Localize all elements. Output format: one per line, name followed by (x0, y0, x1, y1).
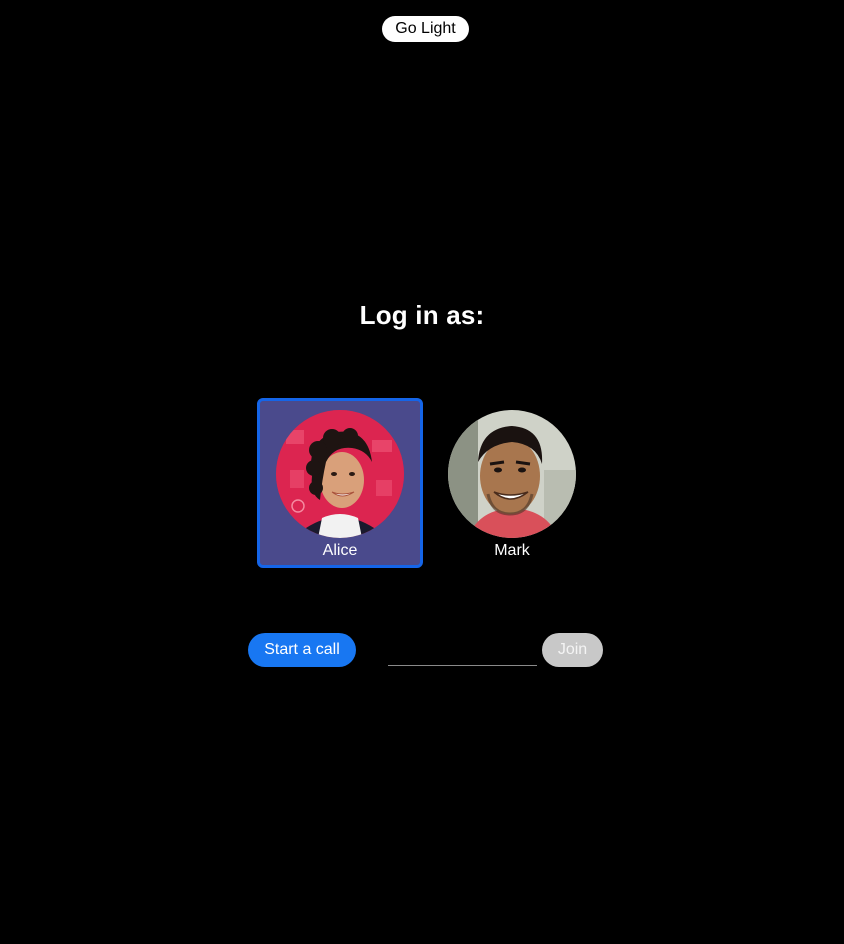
user-card-mark[interactable]: Mark (429, 398, 595, 568)
user-name-alice: Alice (322, 542, 358, 559)
user-card-alice[interactable]: Alice (257, 398, 423, 568)
login-page: Go Light Log in as: Alice Mark Start a c… (0, 0, 844, 944)
avatar-alice (276, 410, 404, 538)
call-id-input[interactable] (388, 636, 537, 666)
user-name-mark: Mark (494, 542, 530, 559)
login-title: Log in as: (359, 300, 485, 330)
alice-photo (276, 410, 404, 538)
theme-toggle-button[interactable]: Go Light (382, 16, 469, 42)
mark-photo (448, 410, 576, 538)
start-call-button[interactable]: Start a call (248, 633, 356, 667)
avatar-mark (448, 410, 576, 538)
join-button[interactable]: Join (542, 633, 603, 667)
